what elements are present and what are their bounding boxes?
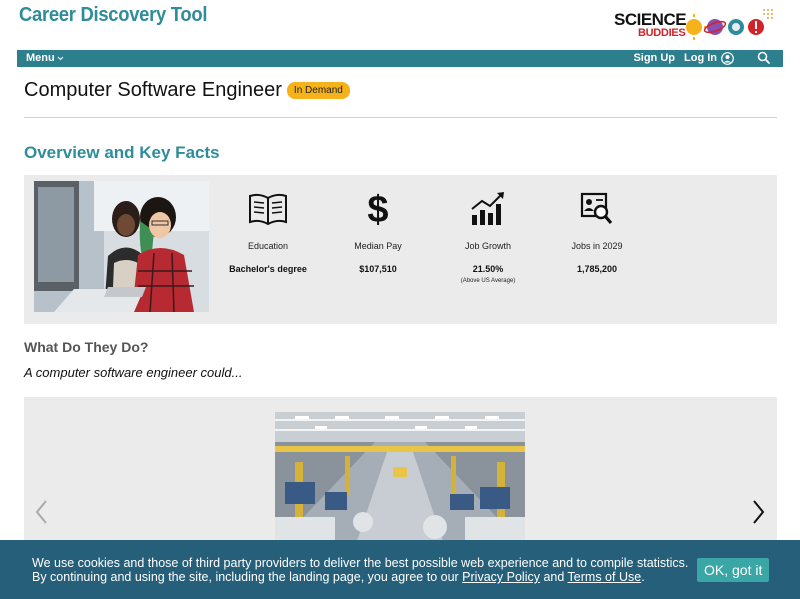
fact-value: $107,510: [359, 264, 397, 274]
privacy-policy-link[interactable]: Privacy Policy: [462, 570, 540, 584]
chevron-down-icon: [57, 56, 64, 60]
nav-menu-button[interactable]: Menu: [26, 52, 64, 64]
fact-label: Jobs in 2029: [571, 241, 623, 251]
fact-value: 21.50%: [472, 264, 504, 274]
log-in-label: Log In: [684, 52, 717, 64]
fact-value: 1,785,200: [576, 264, 618, 274]
fact-label: Education: [247, 241, 289, 251]
dollar-icon: $: [367, 189, 388, 229]
cookie-line-1: We use cookies and those of third party …: [32, 556, 689, 570]
key-facts-panel: Education Bachelor's degree $ Median Pay…: [24, 175, 777, 324]
fact-job-growth: Job Growth 21.50% (Above US Average): [433, 189, 543, 284]
user-icon: [721, 51, 734, 65]
fact-jobs-2029: Jobs in 2029 1,785,200: [542, 189, 652, 274]
what-they-do-heading: What Do They Do?: [24, 339, 149, 355]
page: Career Discovery Tool SCIENCE BUDDIES Me…: [0, 0, 800, 599]
sign-up-link[interactable]: Sign Up: [633, 52, 675, 64]
fact-education: Education Bachelor's degree: [213, 189, 323, 274]
duties-carousel: [24, 397, 777, 547]
cookie-and-text: and: [539, 570, 568, 584]
book-icon: [249, 193, 287, 226]
search-icon[interactable]: [757, 51, 771, 65]
in-demand-badge: In Demand: [286, 82, 350, 99]
growth-chart-icon: [471, 192, 504, 225]
cookie-banner: We use cookies and those of third party …: [0, 540, 800, 599]
site-title[interactable]: Career Discovery Tool: [19, 4, 207, 27]
fact-median-pay: $ Median Pay $107,510: [323, 189, 433, 274]
nav-menu-label: Menu: [26, 52, 55, 64]
cookie-line-2: By continuing and using the site, includ…: [32, 570, 692, 584]
carousel-slide-image: [275, 412, 525, 547]
cookie-message: We use cookies and those of third party …: [32, 556, 692, 584]
job-search-icon: [580, 192, 613, 225]
career-header: Computer Software Engineer In Demand: [24, 79, 350, 102]
nav-bar: Menu Sign Up Log In: [17, 50, 783, 67]
carousel-prev-arrow-icon[interactable]: [32, 497, 52, 527]
cookie-end-text: .: [641, 570, 645, 584]
career-photo: [34, 181, 209, 312]
overview-heading: Overview and Key Facts: [24, 143, 220, 162]
what-they-do-lead: A computer software engineer could...: [24, 365, 243, 380]
carousel-next-arrow-icon[interactable]: [748, 497, 768, 527]
fact-label: Median Pay: [354, 241, 402, 251]
logo-text-buddies: BUDDIES: [638, 27, 686, 39]
log-in-link[interactable]: Log In: [684, 51, 734, 65]
cookie-ok-button[interactable]: OK, got it: [697, 558, 770, 582]
svg-text:$: $: [367, 189, 388, 229]
fact-value: Bachelor's degree: [229, 264, 307, 274]
fact-note: (Above US Average): [460, 278, 516, 284]
cookie-line-2-text: By continuing and using the site, includ…: [32, 570, 463, 584]
logo-icons: [686, 9, 773, 40]
career-title: Computer Software Engineer: [24, 79, 282, 101]
terms-of-use-link[interactable]: Terms of Use: [568, 570, 642, 584]
science-buddies-logo[interactable]: SCIENCE BUDDIES: [614, 6, 779, 42]
divider: [24, 117, 777, 118]
fact-label: Job Growth: [464, 241, 512, 251]
